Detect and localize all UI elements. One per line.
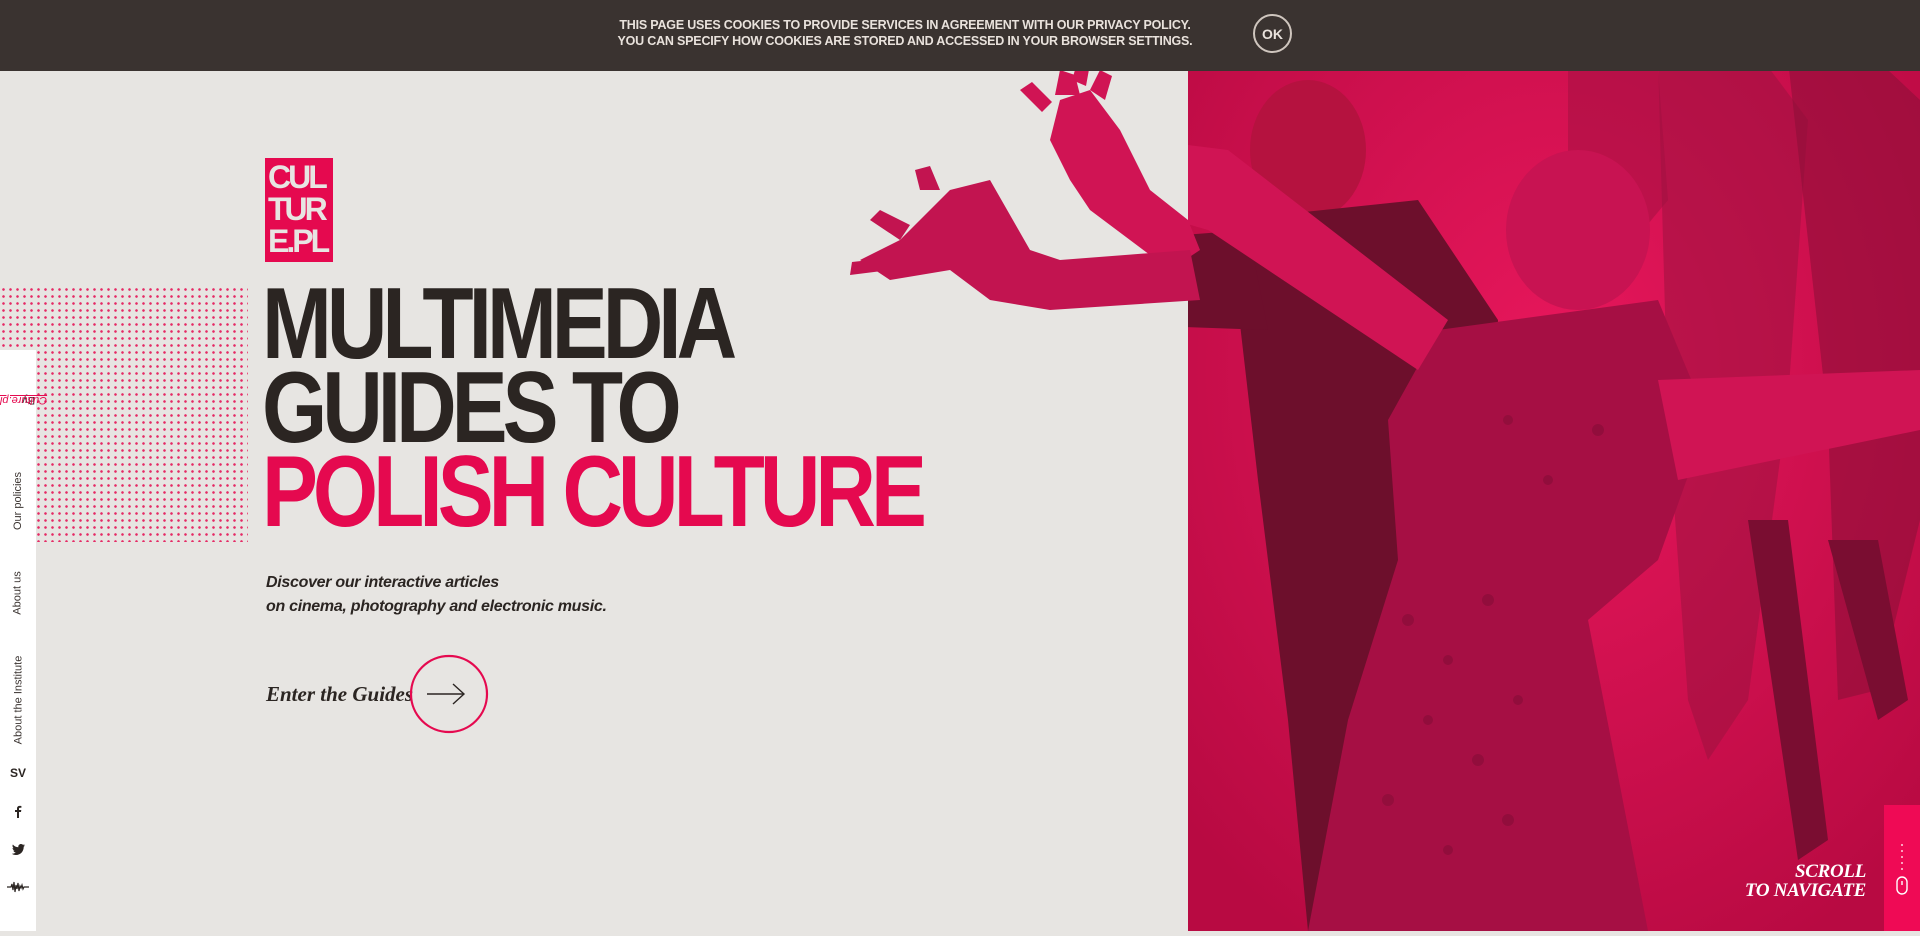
about-institute-link[interactable]: About the Institute <box>0 642 36 757</box>
svg-text:CUL: CUL <box>268 159 327 195</box>
our-policies-label[interactable]: Our policies <box>12 471 24 529</box>
our-policies-link[interactable]: Our policies <box>0 463 36 538</box>
svg-text:TUR: TUR <box>268 191 328 227</box>
scroll-navigation-tab[interactable] <box>1884 805 1920 931</box>
hero-arm-overlay <box>850 70 1200 310</box>
subtitle-line-1: Discover our interactive articles <box>266 574 499 591</box>
about-us-link[interactable]: About us <box>0 555 36 630</box>
about-institute-label[interactable]: About the Institute <box>12 655 24 744</box>
arrow-right-icon[interactable] <box>409 654 489 734</box>
by-culture-pl: By Culture.pl <box>0 350 47 450</box>
svg-text:E.PL: E.PL <box>268 223 330 259</box>
enter-guides-label[interactable]: Enter the Guides <box>266 682 413 707</box>
subtitle: Discover our interactive articles on cin… <box>266 571 607 619</box>
about-us-label[interactable]: About us <box>12 571 24 614</box>
facebook-icon[interactable] <box>0 805 36 821</box>
mouse-scroll-icon[interactable] <box>1884 805 1920 931</box>
culture-pl-logo[interactable]: CUL TUR E.PL <box>265 158 333 262</box>
enter-guides-button[interactable]: Enter the Guides <box>266 654 489 734</box>
logo-mark: CUL TUR E.PL <box>265 158 333 262</box>
cookie-ok-button[interactable]: OK <box>1253 14 1292 53</box>
hero-photo-illustration <box>1188 0 1920 931</box>
hero-image-dancers <box>1188 0 1920 931</box>
scroll-hint: SCROLL TO NAVIGATE <box>1745 862 1866 900</box>
scroll-hint-line-1: SCROLL <box>1794 861 1866 882</box>
cookie-notice-line-2: YOU CAN SPECIFY HOW COOKIES ARE STORED A… <box>617 34 1193 48</box>
cookie-notice-line-1: THIS PAGE USES COOKIES TO PROVIDE SERVIC… <box>619 18 1191 32</box>
cookie-bar: THIS PAGE USES COOKIES TO PROVIDE SERVIC… <box>0 0 1920 71</box>
twitter-icon[interactable] <box>0 844 36 858</box>
scroll-hint-line-2: TO NAVIGATE <box>1744 880 1866 901</box>
soundwave-icon[interactable] <box>0 880 36 897</box>
dotted-pattern <box>0 286 248 542</box>
cookie-notice: THIS PAGE USES COOKIES TO PROVIDE SERVIC… <box>600 17 1210 49</box>
language-switch[interactable]: SV <box>0 766 36 780</box>
subtitle-line-2: on cinema, photography and electronic mu… <box>266 598 607 615</box>
headline-line-3: POLISH CULTURE <box>262 436 927 548</box>
left-sidebar: By Culture.pl Our policies About us Abou… <box>0 350 48 931</box>
culture-pl-link[interactable]: Culture.pl <box>0 394 47 406</box>
